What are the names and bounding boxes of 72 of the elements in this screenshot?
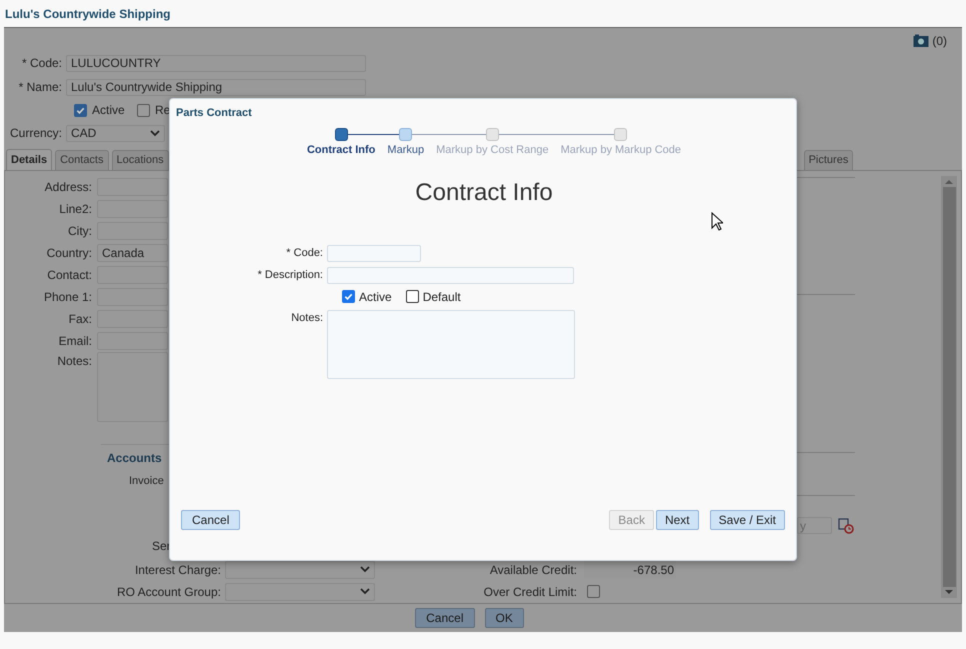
checkbox-label: Active — [92, 102, 125, 119]
scrollbar-thumb[interactable] — [942, 187, 956, 586]
text-field[interactable]: Lulu's Countrywide Shipping — [66, 78, 366, 96]
text-field[interactable] — [97, 288, 168, 306]
field-label: * Code: — [20, 55, 62, 72]
field-label: Notes: — [56, 353, 92, 370]
checkbox[interactable] — [342, 290, 355, 303]
checkbox[interactable] — [587, 585, 600, 598]
dialog-button[interactable]: Cancel — [415, 608, 474, 628]
text-field[interactable]: Canada — [97, 244, 168, 262]
field-label: Interest Charge: — [134, 562, 221, 578]
tab[interactable]: Pictures — [804, 150, 854, 170]
section-heading: Accounts — [107, 451, 162, 465]
field-label: Ser — [152, 538, 171, 554]
wizard-button[interactable]: Save / Exit — [710, 510, 785, 530]
chevron-down-icon — [150, 130, 160, 136]
camera-icon[interactable] — [913, 34, 930, 48]
field-label: Phone 1: — [42, 289, 92, 306]
field-label: RO Account Group: — [116, 584, 221, 600]
field-label: City: — [67, 223, 92, 240]
tab[interactable]: Details — [6, 149, 52, 170]
dialog-title: Parts Contract — [176, 106, 252, 121]
step-heading: Contract Info — [415, 178, 553, 208]
scroll-down-icon[interactable] — [945, 590, 953, 594]
step-label: Markup by Markup Code — [560, 143, 682, 158]
step-label[interactable]: Markup — [381, 142, 430, 158]
text-field[interactable] — [97, 222, 168, 240]
tab[interactable]: Contacts — [55, 150, 108, 170]
wizard-button[interactable]: Next — [656, 510, 699, 530]
text-field[interactable] — [97, 200, 168, 218]
field-label: Currency: — [8, 125, 62, 142]
step-label[interactable]: Contract Info — [300, 142, 382, 158]
field-label: Fax: — [68, 311, 92, 328]
calendar-clock-icon[interactable] — [838, 517, 854, 534]
dialog-button[interactable]: OK — [484, 608, 524, 628]
currency-select[interactable]: CAD — [66, 124, 165, 142]
cancel-button[interactable]: Cancel — [181, 510, 240, 530]
field-label: Contact: — [46, 267, 92, 284]
scrollbar[interactable] — [941, 176, 957, 598]
tab[interactable]: Locations — [112, 150, 169, 170]
text-field[interactable] — [97, 310, 168, 328]
chevron-down-icon — [360, 566, 370, 573]
select-field[interactable] — [225, 582, 375, 600]
checkbox[interactable] — [137, 104, 150, 116]
field-label: Over Credit Limit: — [482, 584, 577, 600]
checkbox-label: Default — [422, 288, 461, 306]
step-label: Markup by Cost Range — [435, 143, 550, 158]
notes-field[interactable] — [97, 352, 168, 422]
checkbox-label: Re — [155, 102, 170, 119]
field-label: Invoice — [129, 474, 165, 489]
text-field[interactable] — [97, 332, 168, 350]
text-field[interactable] — [97, 266, 168, 284]
checkbox-label: Active — [359, 288, 392, 306]
field-label: Country: — [46, 245, 92, 262]
scroll-up-icon[interactable] — [945, 179, 953, 184]
field-label: Line2: — [58, 201, 92, 218]
text-field[interactable]: LULUCOUNTRY — [66, 54, 366, 72]
window-title: Lulu's Countrywide Shipping — [5, 6, 171, 22]
checkbox[interactable] — [74, 104, 87, 116]
field-label: * Description: — [256, 268, 323, 282]
chevron-down-icon — [360, 588, 370, 595]
field-label: Email: — [58, 333, 92, 350]
field-label: Address: — [44, 179, 92, 196]
field-label: Available Credit: — [488, 562, 577, 578]
cursor-icon — [711, 212, 723, 232]
checkbox[interactable] — [406, 290, 419, 303]
field-label: Notes: — [290, 310, 323, 326]
field-label: * Name: — [18, 79, 62, 96]
text-field[interactable] — [97, 178, 168, 196]
field-label: * Code: — [285, 246, 323, 260]
select-field[interactable] — [225, 560, 375, 578]
attachment-count: (0) — [932, 33, 947, 50]
